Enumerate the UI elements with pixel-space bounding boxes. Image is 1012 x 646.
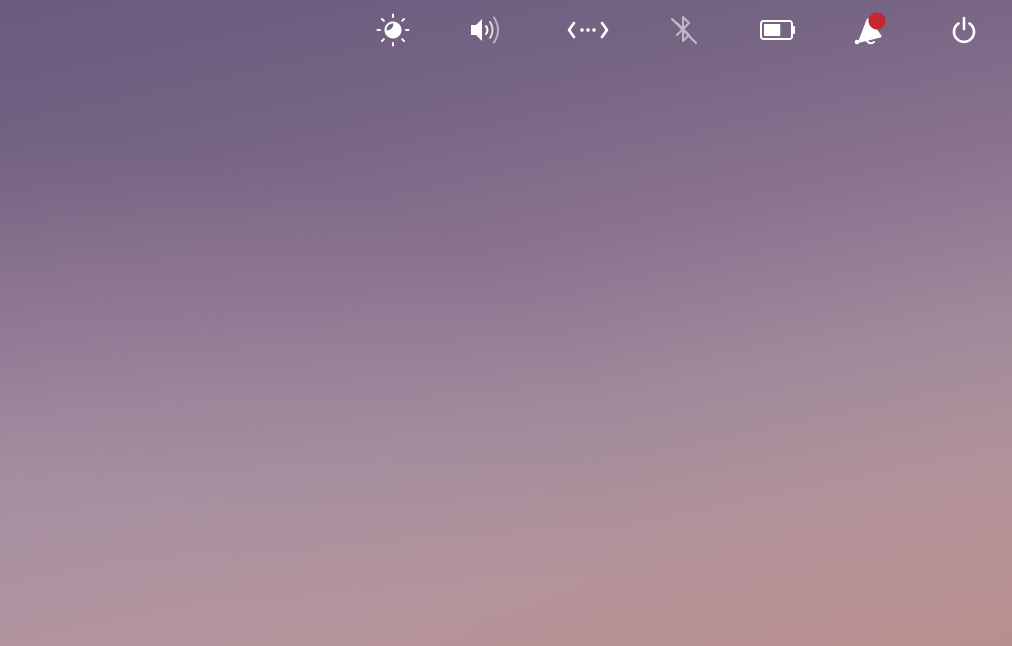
- night-light-indicator[interactable]: [373, 10, 413, 50]
- desktop-wallpaper: [0, 0, 1012, 646]
- night-light-icon: [376, 13, 410, 47]
- bluetooth-indicator[interactable]: [663, 10, 703, 50]
- audio-volume-high-icon: [471, 16, 499, 44]
- battery-icon: [760, 20, 795, 40]
- network-wired-icon: [567, 21, 609, 39]
- notifications-indicator[interactable]: [850, 10, 890, 50]
- sound-indicator[interactable]: [468, 10, 508, 50]
- top-panel: [0, 0, 1012, 60]
- network-indicator[interactable]: [567, 10, 609, 50]
- system-shutdown-icon: [952, 16, 976, 44]
- session-indicator[interactable]: [944, 10, 984, 50]
- notification-badge-icon: [868, 12, 886, 30]
- bluetooth-disabled-icon: [671, 16, 697, 44]
- battery-indicator[interactable]: [758, 10, 798, 50]
